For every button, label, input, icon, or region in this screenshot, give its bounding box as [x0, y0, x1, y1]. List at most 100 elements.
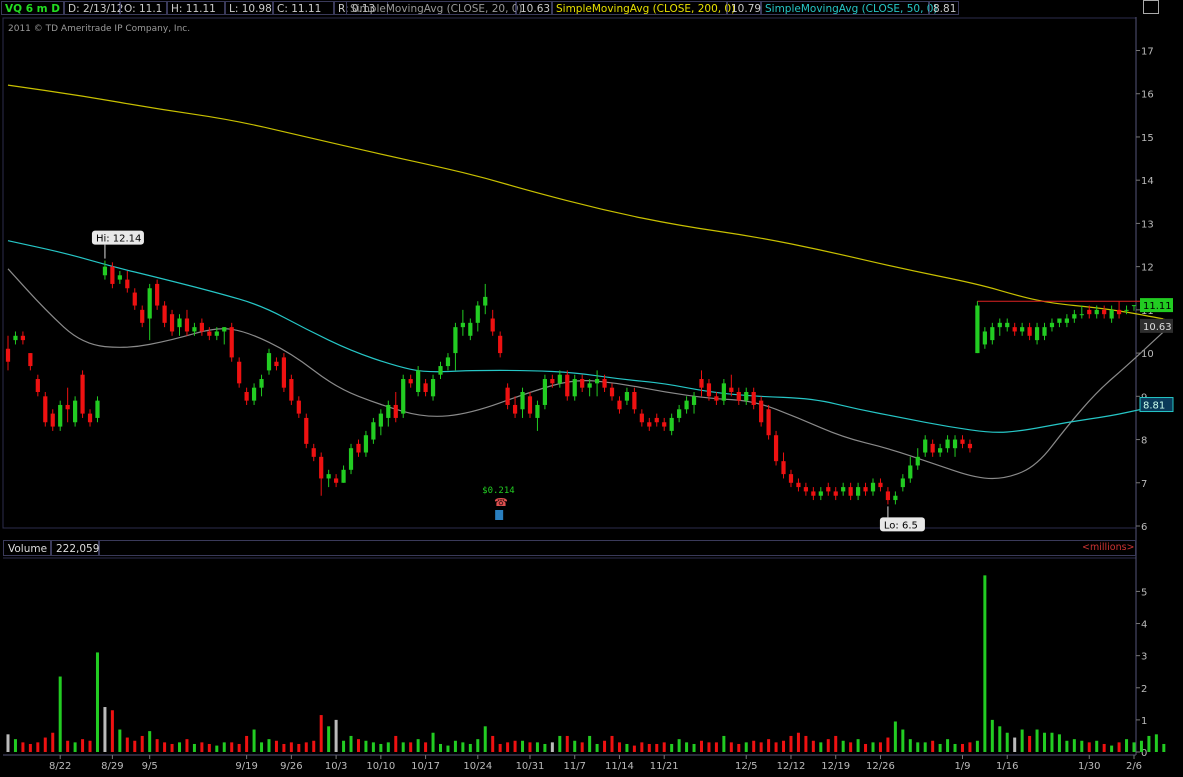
volume-bar	[990, 719, 994, 752]
volume-bar	[289, 742, 293, 752]
volume-bar	[1154, 734, 1158, 752]
volume-bar	[386, 742, 390, 752]
candle-body	[1012, 327, 1017, 332]
date-tick-label: 12/12	[777, 761, 806, 772]
candle-body	[557, 374, 562, 384]
candle-body	[65, 404, 70, 410]
copyright-notice: 2011 © TD Ameritrade IP Company, Inc.	[8, 24, 190, 34]
volume-bar	[446, 745, 450, 752]
dividend-phone-icon: ☎	[494, 496, 508, 509]
candle-body	[572, 379, 577, 397]
volume-bar	[558, 735, 562, 752]
volume-bar	[409, 742, 413, 752]
symbol-selector[interactable]: VQ 6 m D	[1, 1, 64, 15]
volume-bar	[207, 743, 211, 752]
candle-body	[453, 327, 458, 354]
date-readout: D: 2/13/12	[64, 1, 123, 15]
candle-body	[222, 327, 227, 332]
candle-body	[58, 404, 63, 427]
volume-bar	[841, 740, 845, 752]
volume-bar	[125, 737, 129, 752]
date-tick-label: 1/16	[996, 761, 1018, 772]
candle-body	[870, 482, 876, 492]
volume-bar	[543, 743, 547, 752]
candle-body	[580, 379, 585, 388]
candle-body	[251, 387, 257, 401]
candle-body	[706, 383, 712, 397]
scroll-indicator-icon[interactable]	[1143, 0, 1159, 14]
candle-body	[304, 417, 309, 444]
volume-bar	[931, 740, 935, 752]
volume-bar	[901, 729, 905, 752]
candle-body	[140, 309, 145, 323]
candle-body	[356, 443, 361, 453]
candle-body	[207, 331, 212, 336]
volume-bar	[491, 735, 495, 752]
candle-body	[982, 331, 987, 345]
volume-bar	[580, 742, 584, 752]
candle-body	[833, 491, 838, 496]
volume-bar	[483, 726, 487, 752]
sma50-study-label[interactable]: SimpleMovingAvg (CLOSE, 50, 0)	[761, 1, 938, 15]
volume-bar	[1139, 740, 1143, 752]
volume-bar	[826, 739, 830, 752]
candle-body	[468, 322, 473, 336]
volume-bar	[960, 743, 964, 752]
volume-bar	[237, 743, 241, 752]
volume-bar	[133, 740, 137, 752]
volume-bar	[73, 742, 77, 752]
volume-bar	[1087, 742, 1091, 752]
candle-body	[893, 495, 898, 501]
candle-body	[975, 305, 980, 354]
candle-body	[311, 448, 316, 457]
sma20-study-label[interactable]: SimpleMovingAvg (CLOSE, 20, 0)	[346, 1, 523, 15]
candle-body	[826, 487, 831, 492]
volume-bar	[148, 731, 152, 752]
candle-body	[341, 469, 346, 483]
candle-body	[863, 487, 868, 492]
candle-body	[923, 439, 928, 453]
volume-bar	[28, 743, 32, 752]
price-tick-label: 14	[1141, 176, 1154, 187]
date-tick-label: 10/3	[325, 761, 347, 772]
volume-bar	[349, 735, 353, 752]
candle-body	[363, 435, 369, 453]
volume-bar	[178, 742, 182, 752]
volume-bar	[81, 739, 85, 752]
candle-body	[744, 391, 749, 401]
volume-panel-label[interactable]: Volume	[3, 540, 51, 556]
candle-body	[952, 439, 958, 449]
volume-bar	[498, 743, 502, 752]
date-tick-label: 8/29	[101, 761, 123, 772]
date-tick-label: 9/5	[142, 761, 158, 772]
volume-bar	[871, 742, 875, 752]
volume-bar	[95, 652, 99, 752]
candle-body	[229, 327, 234, 358]
volume-bar	[215, 745, 219, 752]
candle-body	[520, 391, 525, 410]
candle-body	[527, 396, 533, 414]
price-tick-label: 8	[1141, 436, 1147, 447]
open-readout: O: 11.1	[120, 1, 167, 15]
volume-bar	[595, 743, 599, 752]
volume-bar	[297, 743, 301, 752]
candle-body	[125, 279, 130, 289]
candle-body	[669, 417, 674, 431]
volume-bar	[461, 742, 465, 752]
volume-units-label: <millions>	[1082, 542, 1135, 553]
volume-bar	[36, 742, 40, 752]
sma200-study-label[interactable]: SimpleMovingAvg (CLOSE, 200, 0)	[552, 1, 735, 15]
volume-bar	[356, 739, 360, 752]
candle-body	[393, 404, 398, 418]
volume-bar	[103, 707, 107, 752]
candle-body	[110, 266, 115, 284]
candle-body	[736, 391, 741, 401]
volume-bar	[185, 739, 189, 752]
volume-bar	[573, 740, 577, 752]
volume-bar	[1005, 732, 1009, 752]
volume-bar	[692, 743, 696, 752]
volume-bar	[319, 715, 323, 752]
candle-body	[781, 461, 786, 475]
candle-body	[483, 296, 488, 306]
candle-body	[1042, 327, 1047, 336]
